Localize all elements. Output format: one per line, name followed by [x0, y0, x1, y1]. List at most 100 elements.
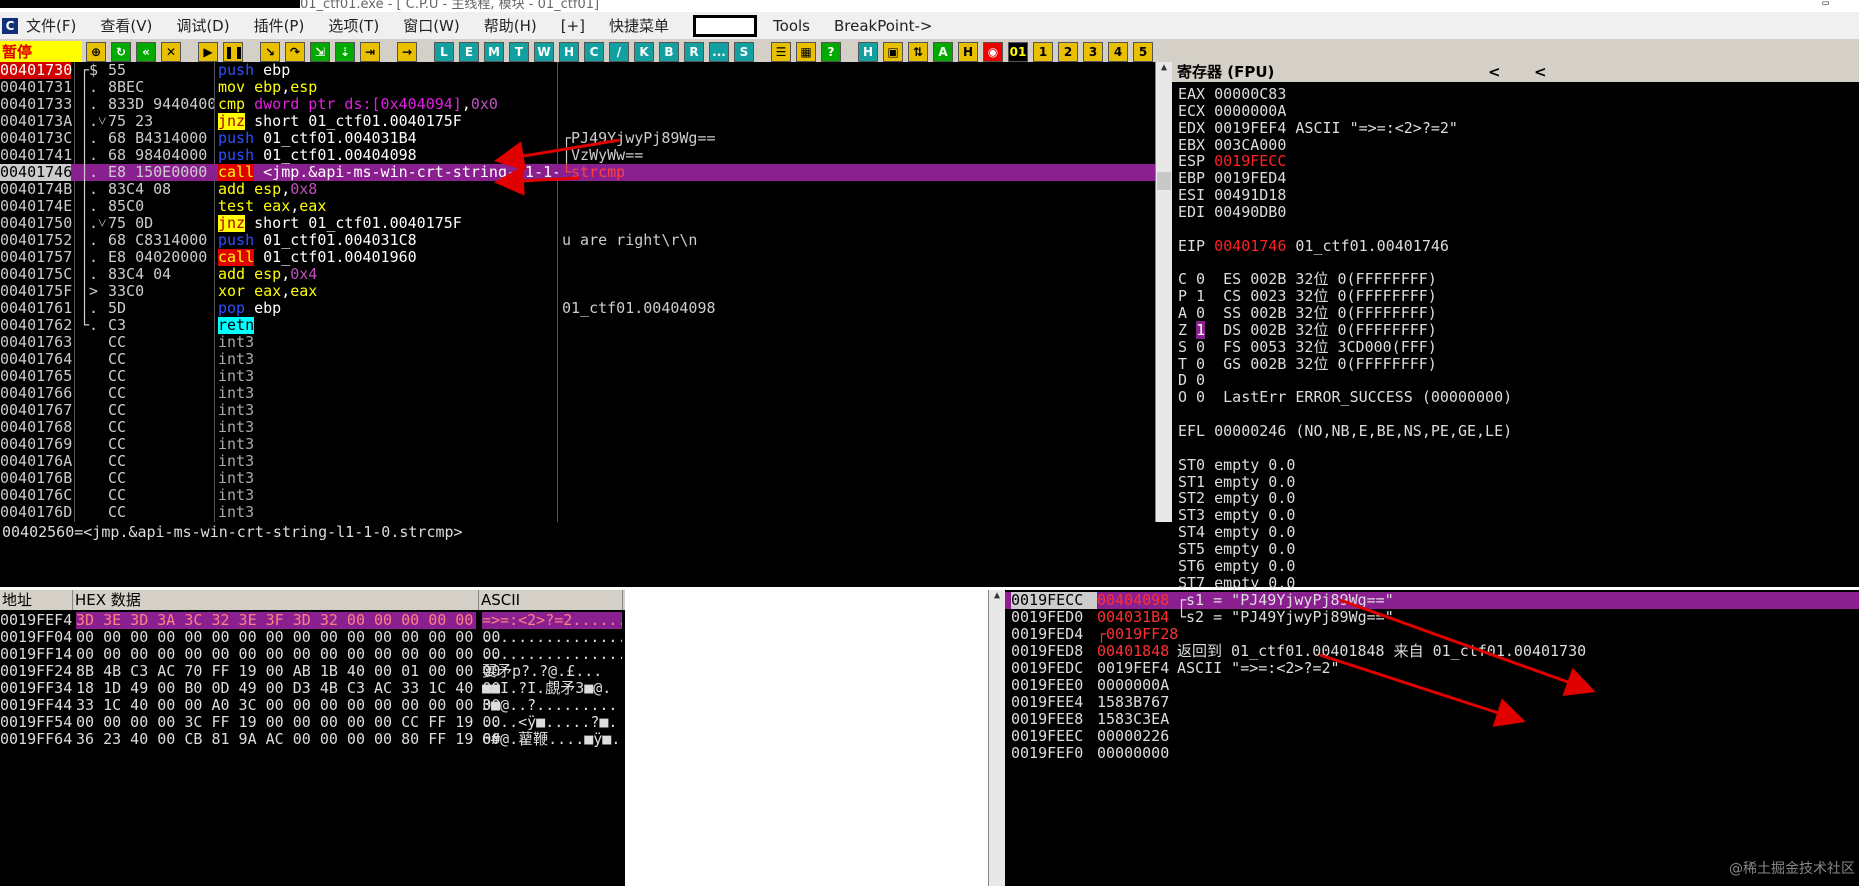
disasm-row[interactable]: 0040176C CC int3	[0, 487, 1155, 504]
menu-plugins[interactable]: 插件(P)	[254, 15, 305, 36]
hex-row[interactable]: 0019FF34 18 1D 49 00 B0 0D 49 00 D3 4B C3…	[0, 680, 625, 697]
slot-1-button[interactable]: 1	[1033, 42, 1053, 62]
menu-view[interactable]: 查看(V)	[100, 15, 152, 36]
stack-row[interactable]: 0019FEF0 00000000	[1005, 745, 1859, 762]
tb-breakpoints-button[interactable]: B	[659, 42, 679, 62]
register-line[interactable]: EBX 003CA000	[1178, 136, 1286, 154]
tb-memory-button[interactable]: M	[484, 42, 504, 62]
tb-runtrace-button[interactable]: ...	[709, 42, 729, 62]
stack-row[interactable]: 0019FEE4 1583B767	[1005, 694, 1859, 711]
grid-icon[interactable]: ▦	[796, 42, 816, 62]
menu-options[interactable]: 选项(T)	[328, 15, 379, 36]
register-line[interactable]: ST6 empty 0.0	[1178, 557, 1295, 575]
disasm-row[interactable]: 0040174B │. 83C4 08 add esp,0x8	[0, 181, 1155, 198]
register-line[interactable]: EDI 00490DB0	[1178, 203, 1286, 221]
disasm-row[interactable]: 00401746 │. E8 150E0000 call <jmp.&api-ms-w…	[0, 164, 1155, 181]
pause-icon[interactable]: ❚❚	[223, 42, 244, 62]
disasm-row[interactable]: 0040175F │> 33C0 xor eax,eax	[0, 283, 1155, 300]
disasm-row[interactable]: 00401765 CC int3	[0, 368, 1155, 385]
menu-file[interactable]: 文件(F)	[26, 15, 76, 36]
hb-icon[interactable]: H	[958, 42, 978, 62]
execute-till-return-icon[interactable]: ⇥	[360, 42, 380, 62]
target-icon[interactable]: ◉	[983, 42, 1003, 62]
stack-row[interactable]: 0019FED8 00401848 返回到 01_ctf01.00401848 来自…	[1005, 643, 1859, 660]
sort-icon[interactable]: ⇅	[908, 42, 928, 62]
menu-tools[interactable]: Tools	[773, 17, 810, 35]
register-line[interactable]: ECX 0000000A	[1178, 102, 1286, 120]
scroll-thumb[interactable]	[1157, 172, 1171, 190]
tb-modules-button[interactable]: E	[459, 42, 479, 62]
register-line[interactable]: ESP 0019FECC	[1178, 153, 1286, 170]
tb-callstack-button[interactable]: K	[634, 42, 654, 62]
disasm-row[interactable]: 0040173A │.˅ 75 23 jnz short 01_ctf01.00401…	[0, 113, 1155, 130]
disasm-row[interactable]: 00401750 │.˅ 75 0D jnz short 01_ctf01.00401…	[0, 215, 1155, 232]
register-line[interactable]: EBP 0019FED4	[1178, 170, 1286, 187]
register-line[interactable]: T 0 GS 002B 32位 0(FFFFFFFF)	[1178, 355, 1437, 373]
hex-row[interactable]: 0019FF04 00 00 00 00 00 00 00 00 00 00 00…	[0, 629, 625, 646]
trace-over-icon[interactable]: ⇣	[335, 42, 355, 62]
hex-row[interactable]: 0019FF54 00 00 00 00 3C FF 19 00 00 00 00…	[0, 714, 625, 731]
disasm-row[interactable]: 00401764 CC int3	[0, 351, 1155, 368]
tb-references-button[interactable]: R	[684, 42, 704, 62]
disasm-row[interactable]: 0040176B CC int3	[0, 470, 1155, 487]
disasm-row[interactable]: 00401768 CC int3	[0, 419, 1155, 436]
open-icon[interactable]: ⊕	[86, 42, 106, 62]
disasm-row[interactable]: 00401767 CC int3	[0, 402, 1155, 419]
tb-log-button[interactable]: L	[434, 42, 454, 62]
disasm-row[interactable]: 00401730 ┌$ 55 push ebp	[0, 62, 1155, 79]
disasm-row[interactable]: 0040174E │. 85C0 test eax,eax	[0, 198, 1155, 215]
register-line[interactable]: D 0	[1178, 372, 1205, 389]
hex-dump-pane[interactable]: 地址 HEX 数据 ASCII 0019FEF4 3D 3E 3D 3A 3C 3…	[0, 590, 625, 886]
register-line[interactable]: Z 1 DS 002B 32位 0(FFFFFFFF)	[1178, 320, 1437, 339]
col-hex-data[interactable]: HEX 数据	[73, 590, 479, 610]
slot-2-button[interactable]: 2	[1058, 42, 1078, 62]
register-line[interactable]: P 1 CS 0023 32位 0(FFFFFFFF)	[1178, 288, 1437, 305]
hex-row[interactable]: 0019FF14 00 00 00 00 00 00 00 00 00 00 00…	[0, 646, 625, 663]
tb-patches-button[interactable]: /	[609, 42, 629, 62]
menu-debug[interactable]: 调试(D)	[176, 15, 229, 36]
disasm-row[interactable]: 00401762 └. C3 retn	[0, 317, 1155, 334]
tb-windows-button[interactable]: W	[534, 42, 554, 62]
disasm-row[interactable]: 0040175C │. 83C4 04 add esp,0x4	[0, 266, 1155, 283]
tb-handles-button[interactable]: H	[559, 42, 579, 62]
disasm-row[interactable]: 00401757 │. E8 04020000 call 01_ctf01.00401…	[0, 249, 1155, 266]
disasm-row[interactable]: 00401769 CC int3	[0, 436, 1155, 453]
tb-threads-button[interactable]: T	[509, 42, 529, 62]
scroll-up-icon[interactable]: ▲	[989, 590, 1005, 607]
disassembly-scrollbar[interactable]: ▲	[1155, 62, 1172, 522]
chevron-left-icon[interactable]: <	[1488, 62, 1501, 82]
restart-icon[interactable]: ↻	[111, 42, 131, 62]
stack-pane[interactable]: 0019FECC 00404098 ┌s1 = "PJ49YjwyPj89Wg=="…	[1005, 590, 1859, 886]
hex-row[interactable]: 0019FF64 36 23 40 00 CB 81 9A AC 00 00 00…	[0, 731, 625, 748]
hex-row[interactable]: 0019FF44 33 1C 40 00 00 A0 3C 00 00 00 00…	[0, 697, 625, 714]
register-line[interactable]: ST3 empty 0.0	[1178, 507, 1295, 524]
stack-row[interactable]: 0019FEDC 0019FEF4 ASCII "=>=:<2>?=2"	[1005, 660, 1859, 677]
register-line[interactable]: EIP 00401746 01_ctf01.00401746	[1178, 237, 1449, 255]
register-line[interactable]: EAX 00000C83	[1178, 86, 1286, 103]
menu-shortcut[interactable]: 快捷菜单	[609, 15, 669, 36]
register-line[interactable]: S 0 FS 0053 32位 3CD000(FFF)	[1178, 338, 1437, 356]
disasm-row[interactable]: 00401741 │. 68 98404000 push 01_ctf01.00404…	[0, 147, 1155, 164]
trace-into-icon[interactable]: ⇲	[310, 42, 330, 62]
menu-plus[interactable]: [+]	[561, 17, 585, 35]
disasm-row[interactable]: 0040176A CC int3	[0, 453, 1155, 470]
tb-source-button[interactable]: S	[734, 42, 754, 62]
step-into-icon[interactable]: ↘	[260, 42, 280, 62]
register-line[interactable]: A 0 SS 002B 32位 0(FFFFFFFF)	[1178, 305, 1437, 322]
binary-icon[interactable]: 01	[1008, 42, 1028, 62]
disasm-row[interactable]: 0040176D CC int3	[0, 504, 1155, 521]
disasm-row[interactable]: 0040173C │. 68 B4314000 push 01_ctf01.00403…	[0, 130, 1155, 147]
disasm-row[interactable]: 00401731 │. 8BEC mov ebp,esp	[0, 79, 1155, 96]
scroll-up-icon[interactable]: ▲	[1156, 62, 1172, 79]
register-line[interactable]: ST2 empty 0.0	[1178, 490, 1295, 507]
slot-4-button[interactable]: 4	[1108, 42, 1128, 62]
register-line[interactable]: ST1 empty 0.0	[1178, 473, 1295, 491]
disasm-row[interactable]: 00401752 │. 68 C8314000 push 01_ctf01.00403…	[0, 232, 1155, 249]
close-icon[interactable]: ✕	[161, 42, 181, 62]
stack-row[interactable]: 0019FEE8 1583C3EA	[1005, 711, 1859, 728]
disasm-row[interactable]: 00401766 CC int3	[0, 385, 1155, 402]
chevron-left-icon[interactable]: <	[1534, 62, 1547, 82]
stack-row[interactable]: 0019FED4 ┌0019FF28	[1005, 626, 1859, 643]
run-icon[interactable]: ▶	[198, 42, 218, 62]
registers-header[interactable]: 寄存器 (FPU) < <	[1172, 62, 1859, 82]
